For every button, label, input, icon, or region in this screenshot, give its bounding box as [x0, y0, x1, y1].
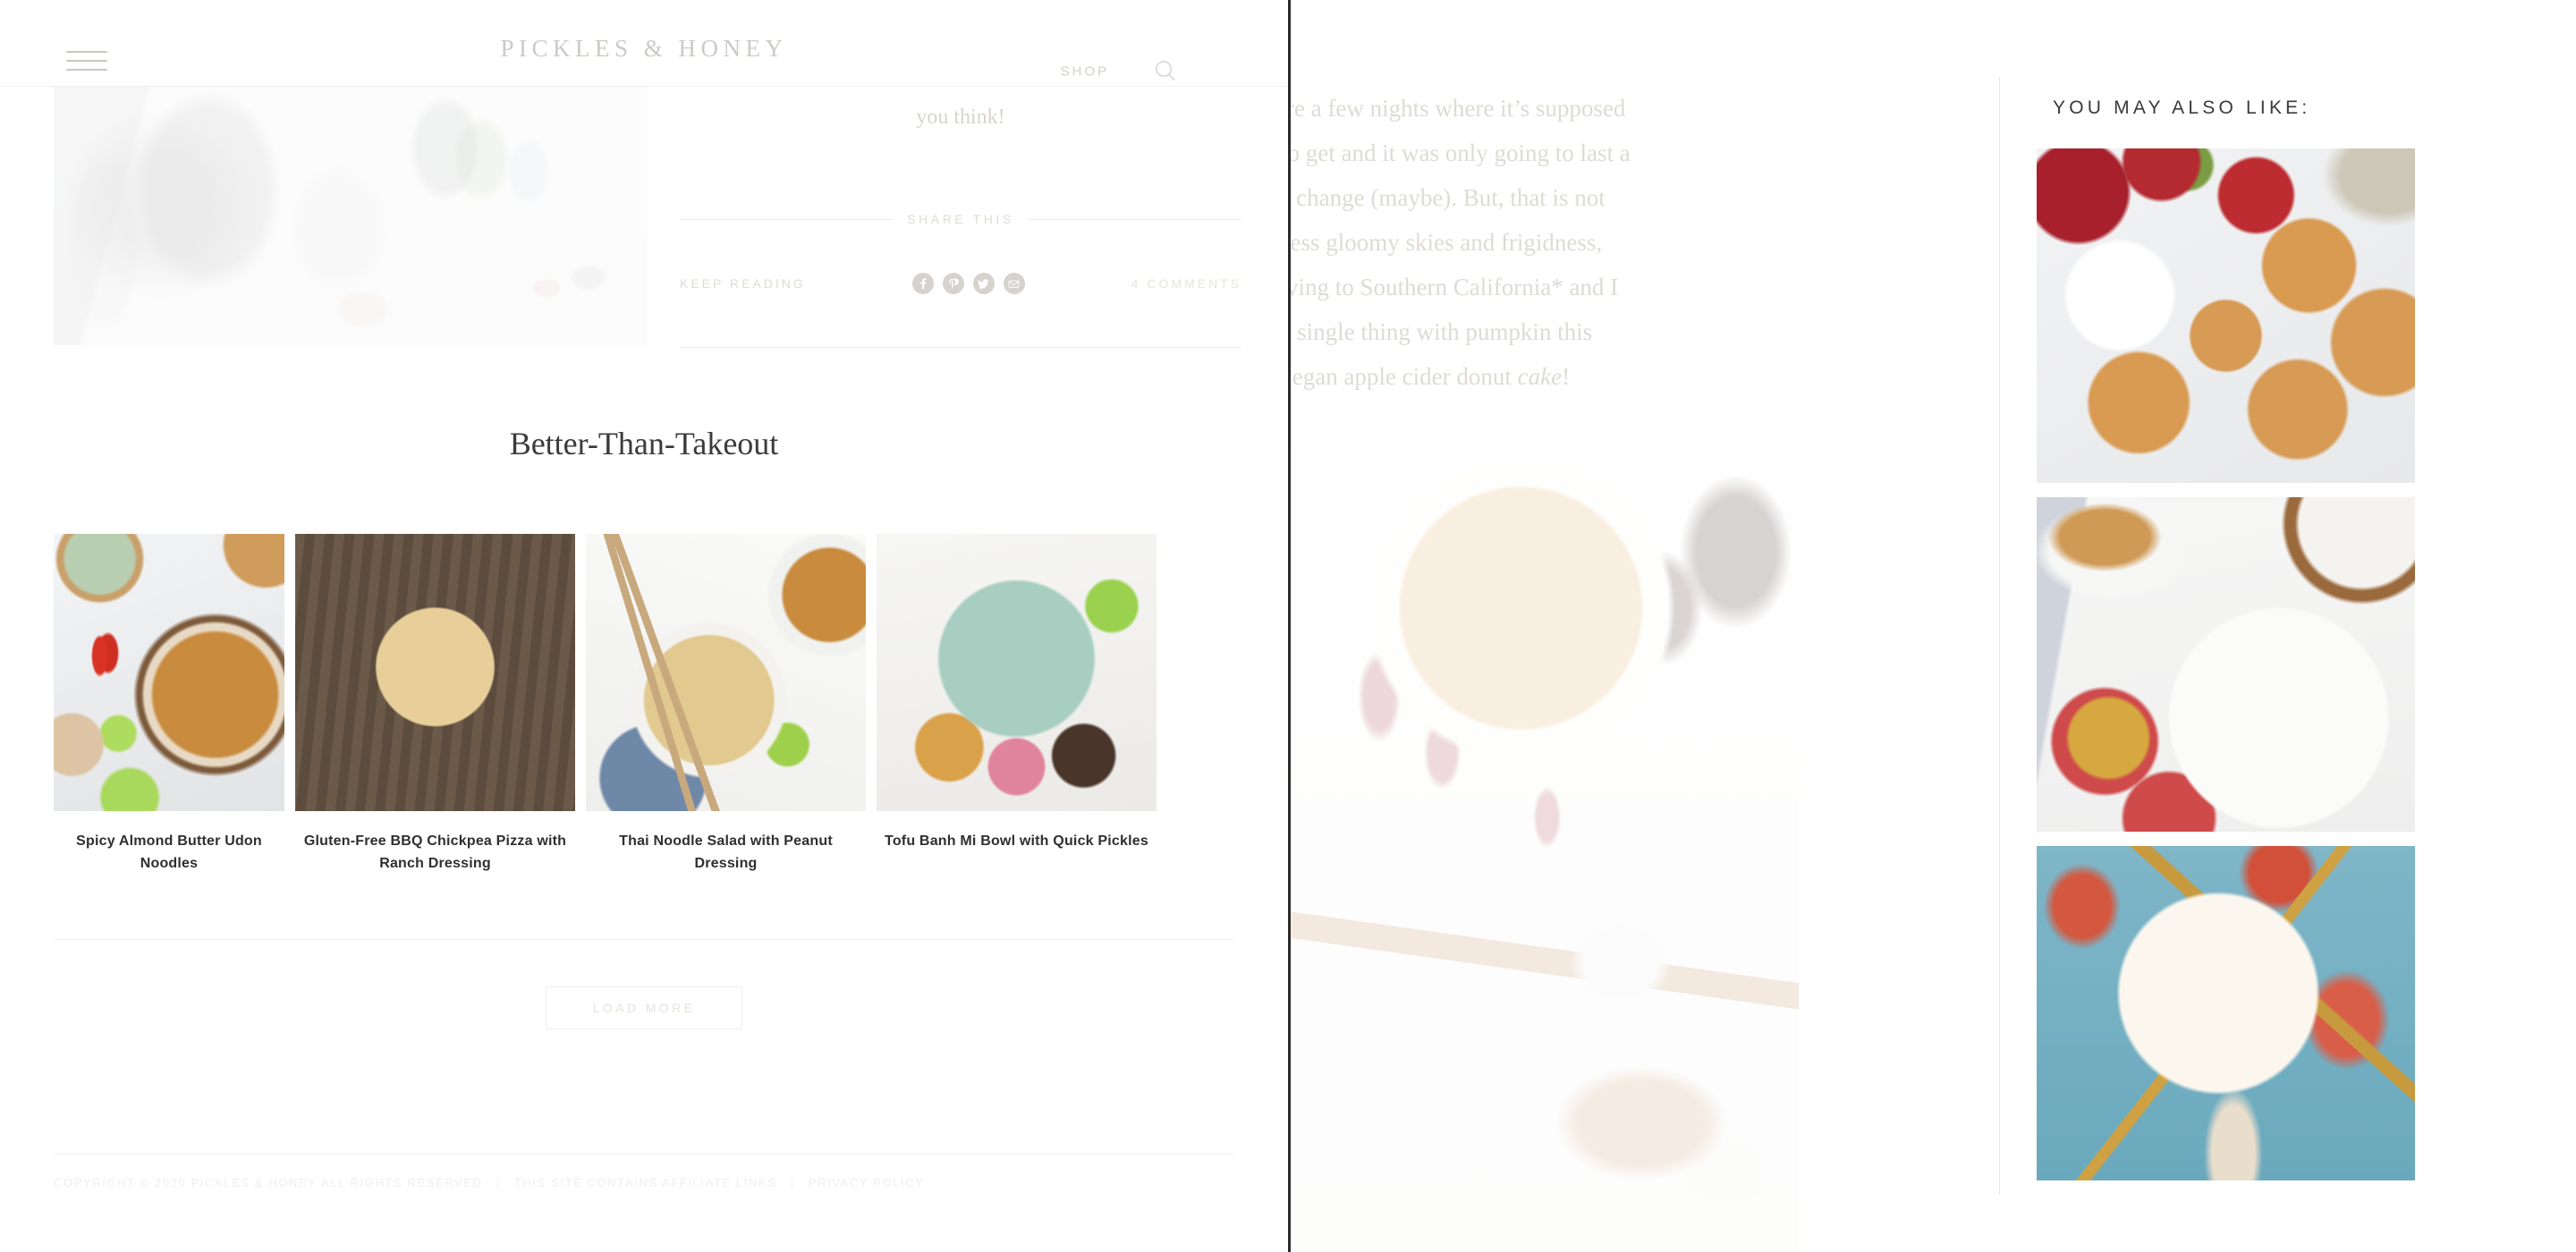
- recipe-card[interactable]: Tofu Banh Mi Bowl with Quick Pickles: [877, 534, 1157, 876]
- post-line: t it was going to get and it was only go…: [1288, 140, 1631, 166]
- post-line: en embrace the change (maybe). But, that…: [1291, 184, 1606, 211]
- post-hero-photo: [1291, 447, 1799, 1252]
- recipe-title[interactable]: Thai Noodle Salad with Peanut Dressing: [586, 831, 866, 876]
- footer-privacy-link[interactable]: PRIVACY POLICY: [809, 1176, 925, 1189]
- keep-reading-link[interactable]: KEEP READING: [680, 276, 806, 291]
- rule-right: [1028, 218, 1242, 220]
- recipe-thumbnail[interactable]: [54, 534, 284, 811]
- share-this-label: SHARE THIS: [907, 212, 1014, 226]
- post-line: haven’t made a single thing with pumpkin…: [1291, 318, 1593, 345]
- site-header: PICKLES & HONEY SHOP: [0, 0, 1288, 87]
- footer-affiliate-link[interactable]: THIS SITE CONTAINS AFFILIATE LINKS: [514, 1176, 777, 1189]
- related-post-thumbnail[interactable]: [2037, 497, 2415, 832]
- recipe-title[interactable]: Tofu Banh Mi Bowl with Quick Pickles: [877, 831, 1157, 853]
- shop-link[interactable]: SHOP: [1060, 64, 1109, 80]
- social-share-icons: [911, 273, 1025, 294]
- recipe-title[interactable]: Gluten-Free BBQ Chickpea Pizza with Ranc…: [295, 831, 575, 876]
- related-post-thumbnail[interactable]: [2037, 846, 2415, 1180]
- recipe-grid: Spicy Almond Butter Udon Noodles Gluten-…: [54, 534, 1234, 876]
- blog-index-column: PICKLES & HONEY SHOP you think! SHARE TH…: [0, 0, 1288, 1252]
- search-icon[interactable]: [1152, 58, 1179, 85]
- related-divider: [1999, 77, 2000, 1195]
- load-more-section: LOAD MORE: [54, 939, 1234, 1029]
- recipe-thumbnail[interactable]: [295, 534, 575, 811]
- comments-count-link[interactable]: 4 COMMENTS: [1131, 276, 1241, 291]
- post-excerpt-tail: you think!: [916, 106, 1005, 129]
- post-line: onths of relentless gloomy skies and fri…: [1290, 229, 1603, 256]
- recipe-title[interactable]: Spicy Almond Butter Udon Noodles: [54, 831, 284, 876]
- share-this-row: SHARE THIS: [680, 212, 1242, 226]
- recipe-card[interactable]: Gluten-Free BBQ Chickpea Pizza with Ranc…: [295, 534, 575, 876]
- footer-separator: |: [790, 1176, 795, 1189]
- facebook-icon[interactable]: [911, 273, 934, 294]
- post-line: ng, and there are a few nights where it’…: [1288, 95, 1626, 122]
- post-divider: [680, 347, 1241, 348]
- food-photography-studio-image: [54, 86, 648, 345]
- email-icon[interactable]: [1003, 273, 1025, 294]
- post-line: did make this vegan apple cider donut ca…: [1291, 363, 1571, 390]
- footer-copyright: COPYRIGHT © 2020 PICKLES & HONEY ALL RIG…: [54, 1176, 483, 1189]
- post-meta-row: KEEP READING 4 COMMENTS: [680, 268, 1241, 299]
- related-heading: YOU MAY ALSO LIKE:: [2053, 97, 2311, 119]
- related-post-thumbnail[interactable]: [2037, 148, 2415, 483]
- post-line: talks about moving to Southern Californi…: [1291, 274, 1619, 300]
- footer-legal-text: COPYRIGHT © 2020 PICKLES & HONEY ALL RIG…: [54, 1176, 1234, 1189]
- footer-separator: |: [496, 1176, 501, 1189]
- site-footer: COPYRIGHT © 2020 PICKLES & HONEY ALL RIG…: [54, 1154, 1234, 1189]
- rule-left: [680, 218, 894, 220]
- recipe-thumbnail[interactable]: [586, 534, 866, 811]
- recipe-card[interactable]: Thai Noodle Salad with Peanut Dressing: [586, 534, 866, 876]
- recipe-thumbnail[interactable]: [877, 534, 1157, 811]
- previous-post-photo[interactable]: [54, 86, 648, 345]
- pinterest-icon[interactable]: [942, 273, 964, 294]
- category-title: Better-Than-Takeout: [509, 426, 779, 461]
- post-body-text: ng, and there are a few nights where it’…: [1288, 86, 1922, 399]
- load-more-button[interactable]: LOAD MORE: [546, 986, 742, 1029]
- twitter-icon[interactable]: [972, 273, 995, 294]
- mug-of-cider-image: [1291, 447, 1799, 1252]
- recipe-card[interactable]: Spicy Almond Butter Udon Noodles: [54, 534, 284, 876]
